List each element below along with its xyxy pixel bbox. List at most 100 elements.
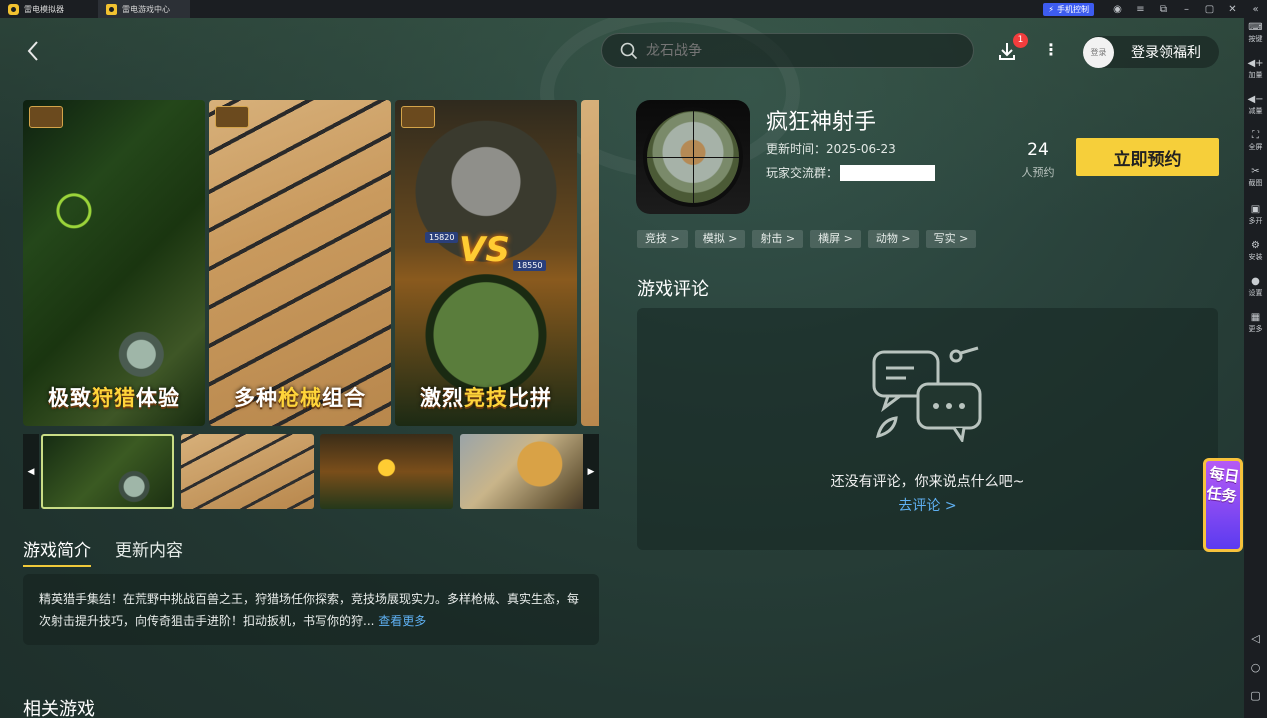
sidebar-item-more[interactable]: ▦ 更多 <box>1244 312 1267 334</box>
thumbnail-3[interactable] <box>320 434 453 509</box>
reserve-count: 24 <box>1027 140 1049 160</box>
avatar: 登录 <box>1083 36 1114 68</box>
tag-competitive[interactable]: 竞技 > <box>637 230 688 248</box>
android-back-icon[interactable]: ◁ <box>1244 632 1267 645</box>
daily-task-float[interactable]: 每日任务 <box>1203 458 1243 552</box>
game-badge-icon <box>29 106 63 128</box>
gallery-image-2[interactable]: 多种枪械组合 <box>209 100 391 426</box>
apk-install-icon: ⚙ <box>1251 240 1260 251</box>
sidebar-item-multi-instance[interactable]: ▣ 多开 <box>1244 204 1267 226</box>
write-review-link[interactable]: 去评论 > <box>637 495 1218 515</box>
user-icon[interactable]: ◉ <box>1106 0 1129 18</box>
tab-emulator[interactable]: 雷电模拟器 <box>0 0 98 18</box>
gallery-image-1[interactable]: 极致狩猎体验 <box>23 100 205 426</box>
player-group-row: 玩家交流群： <box>766 164 936 181</box>
game-center-logo-icon <box>106 3 117 15</box>
vs-mark: VS <box>459 230 510 270</box>
thumb-next-icon[interactable]: ▶ <box>583 434 599 509</box>
back-button[interactable] <box>26 40 46 61</box>
close-icon[interactable]: ✕ <box>1221 0 1244 18</box>
android-recents-icon[interactable]: ▢ <box>1244 689 1267 702</box>
reserve-count-label: 人预约 <box>1021 166 1055 179</box>
player-group-label: 玩家交流群： <box>766 166 839 180</box>
search-icon <box>620 42 638 59</box>
volume-up-icon: ◀+ <box>1247 58 1264 69</box>
gallery-caption-1: 极致狩猎体验 <box>48 386 180 410</box>
window-titlebar: 雷电模拟器 雷电游戏中心 ⚡ 手机控制 ◉ ≡ ⧉ – ▢ ✕ « <box>0 0 1267 18</box>
download-count-badge: 1 <box>1013 33 1028 48</box>
screenshot-gallery[interactable]: 极致狩猎体验 多种枪械组合 VS 15820 18550 激烈竞技比拼 图集 <box>23 100 599 426</box>
tag-landscape[interactable]: 横屏 > <box>810 230 861 248</box>
back-arrow-icon <box>27 41 38 61</box>
reserve-button[interactable]: 立即预约 <box>1076 138 1219 176</box>
restore-window-icon[interactable]: ⧉ <box>1152 0 1175 18</box>
player-group-value[interactable] <box>840 164 936 181</box>
tab-game-center[interactable]: 雷电游戏中心 <box>98 0 190 18</box>
intro-tabs: 游戏简介 更新内容 <box>23 536 183 567</box>
intro-box: 精英猎手集结！在荒野中挑战百兽之王，狩猎场任你探索，竞技场展现实力。多样枪械、真… <box>23 574 599 645</box>
login-button[interactable]: 登录 登录领福利 <box>1083 36 1219 68</box>
reviews-title: 游戏评论 <box>637 279 709 300</box>
update-time: 更新时间：2025-06-23 <box>766 142 896 156</box>
thumb-prev-icon[interactable]: ◀ <box>23 434 39 509</box>
tab-game-center-label: 雷电游戏中心 <box>122 4 170 14</box>
more-grid-icon: ▦ <box>1250 312 1261 323</box>
thumbnail-2[interactable] <box>181 434 314 509</box>
app-icon <box>636 100 750 214</box>
volume-down-icon: ◀− <box>1247 94 1264 105</box>
thumbnail-4[interactable] <box>460 434 593 509</box>
fullscreen-icon: ⛶ <box>1252 130 1259 141</box>
collapse-sidebar-icon[interactable]: « <box>1244 0 1267 18</box>
reviews-empty-text: 还没有评论，你来说点什么吧~ <box>830 474 1025 490</box>
search-bar[interactable] <box>601 33 974 68</box>
tab-game-intro[interactable]: 游戏简介 <box>23 536 91 567</box>
game-badge-icon <box>215 106 249 128</box>
tab-update-content[interactable]: 更新内容 <box>115 536 183 567</box>
tag-animal[interactable]: 动物 > <box>867 230 919 248</box>
lightning-icon: ⚡ <box>1048 4 1054 14</box>
tab-emulator-label: 雷电模拟器 <box>24 4 64 14</box>
tag-shooting[interactable]: 射击 > <box>752 230 804 248</box>
search-input[interactable] <box>646 42 946 59</box>
multi-window-icon: ▣ <box>1250 204 1261 215</box>
minimize-icon[interactable]: – <box>1175 0 1198 18</box>
sidebar-item-volume-up[interactable]: ◀+ 加量 <box>1244 58 1267 80</box>
gallery-caption-2: 多种枪械组合 <box>234 386 366 410</box>
sidebar-item-install[interactable]: ⚙ 安装 <box>1244 240 1267 262</box>
login-label: 登录领福利 <box>1131 45 1201 61</box>
phone-control-label: 手机控制 <box>1057 4 1089 14</box>
sidebar-item-fullscreen[interactable]: ⛶ 全屏 <box>1244 130 1267 152</box>
scissors-icon: ✂ <box>1251 166 1260 177</box>
emulator-sidebar: ⌨ 按键 ◀+ 加量 ◀− 减量 ⛶ 全屏 ✂ 截图 ▣ 多开 ⚙ 安装 ● 设置 ▦ 更多 ◁ … <box>1244 18 1267 718</box>
see-more-link[interactable]: 查看更多 <box>378 614 426 628</box>
menu-icon[interactable]: ≡ <box>1129 0 1152 18</box>
thumbnail-strip: ◀ ▶ <box>23 434 599 509</box>
sidebar-item-volume-down[interactable]: ◀− 减量 <box>1244 94 1267 116</box>
gallery-image-3[interactable]: VS 15820 18550 激烈竞技比拼 <box>395 100 577 426</box>
gear-icon: ● <box>1251 276 1260 287</box>
daily-task-label: 每日任务 <box>1205 464 1241 506</box>
tag-realistic[interactable]: 写实 > <box>925 230 977 248</box>
comment-empty-icon <box>872 346 982 442</box>
thumbnail-1[interactable] <box>41 434 174 509</box>
intro-body: 精英猎手集结！在荒野中挑战百兽之王，狩猎场任你探索，竞技场展现实力。多样枪械、真… <box>39 592 580 628</box>
reviews-box: 还没有评论，你来说点什么吧~ 去评论 > <box>637 308 1218 550</box>
player-score-2: 18550 <box>513 260 547 271</box>
gallery-caption-3: 激烈竞技比拼 <box>420 386 552 410</box>
game-detail-page: 1 ⋮ 登录 登录领福利 极致狩猎体验 多种枪械组合 VS 15820 1855… <box>0 18 1244 718</box>
game-badge-icon <box>401 106 435 128</box>
more-options-icon[interactable]: ⋮ <box>1043 40 1059 60</box>
sidebar-item-settings[interactable]: ● 设置 <box>1244 276 1267 298</box>
gallery-image-4[interactable] <box>581 100 599 426</box>
tag-list: 竞技 > 模拟 > 射击 > 横屏 > 动物 > 写实 > <box>637 230 977 248</box>
android-home-icon[interactable]: ○ <box>1244 661 1267 674</box>
intro-text: 精英猎手集结！在荒野中挑战百兽之王，狩猎场任你探索，竞技场展现实力。多样枪械、真… <box>39 588 583 632</box>
phone-control-button[interactable]: ⚡ 手机控制 <box>1043 2 1094 16</box>
sidebar-item-screenshot[interactable]: ✂ 截图 <box>1244 166 1267 188</box>
sidebar-item-keymap[interactable]: ⌨ 按键 <box>1244 22 1267 44</box>
scope-deer-icon <box>643 107 743 207</box>
app-title: 疯狂神射手 <box>766 110 877 135</box>
maximize-icon[interactable]: ▢ <box>1198 0 1221 18</box>
tag-simulation[interactable]: 模拟 > <box>694 230 746 248</box>
related-games-title: 相关游戏 <box>23 699 95 718</box>
